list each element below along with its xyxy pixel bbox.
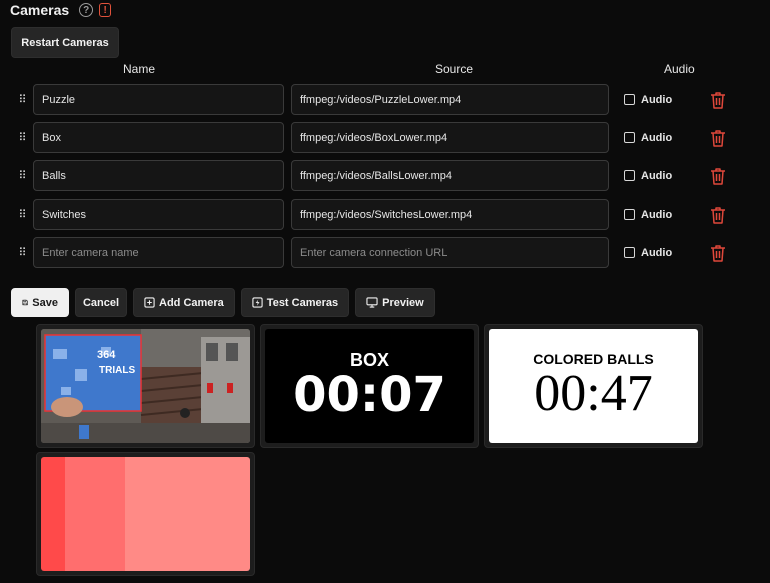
camera-name-input[interactable]	[33, 84, 284, 115]
page-title: Cameras	[10, 2, 70, 18]
audio-toggle[interactable]: Audio	[624, 122, 672, 153]
color-block-1	[41, 457, 65, 571]
new-camera-source-input[interactable]	[291, 237, 609, 268]
column-header-name: Name	[123, 62, 156, 76]
audio-checkbox[interactable]	[624, 247, 635, 258]
camera-row: ⠿ Audio	[11, 122, 741, 153]
column-header-source: Source	[435, 62, 474, 76]
balls-timer-value: 00:47	[534, 365, 653, 422]
preview-tile-switches[interactable]	[36, 452, 255, 576]
color-block-2	[65, 457, 125, 571]
save-icon	[22, 299, 28, 306]
camera-row: ⠿ Audio	[11, 199, 741, 230]
drag-handle-icon[interactable]: ⠿	[11, 237, 33, 268]
test-cameras-label: Test Cameras	[266, 296, 339, 309]
cancel-button[interactable]: Cancel	[75, 288, 127, 317]
add-camera-button[interactable]: Add Camera	[133, 288, 235, 317]
help-icon[interactable]: ?	[79, 3, 94, 17]
audio-toggle[interactable]: Audio	[624, 160, 672, 191]
save-label: Save	[32, 296, 58, 309]
column-header-audio: Audio	[664, 62, 695, 76]
drag-handle-icon[interactable]: ⠿	[11, 122, 33, 153]
color-block-3	[125, 457, 250, 571]
camera-source-input[interactable]	[291, 199, 609, 230]
drag-handle-icon[interactable]: ⠿	[11, 199, 33, 230]
camera-source-input[interactable]	[291, 160, 609, 191]
audio-checkbox[interactable]	[624, 209, 635, 220]
camera-feed-puzzle: 364 TRIALS	[41, 329, 250, 443]
preview-label: Preview	[382, 296, 424, 309]
delete-camera-icon[interactable]	[710, 244, 726, 262]
test-cameras-button[interactable]: Test Cameras	[240, 288, 350, 317]
camera-feed-switches	[41, 457, 250, 571]
save-button[interactable]: Save	[11, 288, 69, 317]
audio-toggle[interactable]: Audio	[624, 237, 672, 268]
box-timer-value: 00:07	[293, 367, 446, 423]
delete-camera-icon[interactable]	[710, 206, 726, 224]
delete-camera-icon[interactable]	[710, 167, 726, 185]
warning-icon[interactable]: !	[99, 3, 112, 17]
camera-source-input[interactable]	[291, 122, 609, 153]
preview-tile-box[interactable]: BOX 00:07	[260, 324, 479, 448]
drag-handle-icon[interactable]: ⠿	[11, 84, 33, 115]
lightning-square-icon	[252, 297, 263, 308]
audio-checkbox[interactable]	[624, 170, 635, 181]
audio-label: Audio	[641, 208, 673, 221]
camera-name-input[interactable]	[33, 199, 284, 230]
camera-feed-box: BOX 00:07	[265, 329, 474, 443]
camera-name-input[interactable]	[33, 160, 284, 191]
camera-name-input[interactable]	[33, 122, 284, 153]
plus-square-icon	[144, 297, 155, 308]
audio-checkbox[interactable]	[624, 94, 635, 105]
action-toolbar: Save Cancel Add Camera Test Cameras Prev…	[11, 288, 435, 317]
camera-feed-balls: COLORED BALLS 00:47	[489, 329, 698, 443]
delete-camera-icon[interactable]	[710, 91, 726, 109]
audio-checkbox[interactable]	[624, 132, 635, 143]
preview-button[interactable]: Preview	[355, 288, 435, 317]
add-camera-label: Add Camera	[159, 296, 224, 309]
overlay-text-trials: TRIALS	[99, 365, 136, 376]
preview-tile-balls[interactable]: COLORED BALLS 00:47	[484, 324, 703, 448]
preview-tile-puzzle[interactable]: 364 TRIALS	[36, 324, 255, 448]
cameras-header: Cameras ? !	[10, 0, 112, 20]
drag-handle-icon[interactable]: ⠿	[11, 160, 33, 191]
monitor-icon	[366, 297, 378, 308]
audio-toggle[interactable]: Audio	[624, 84, 672, 115]
restart-cameras-button[interactable]: Restart Cameras	[11, 27, 119, 58]
delete-camera-icon[interactable]	[710, 129, 726, 147]
new-camera-row: ⠿ Audio	[11, 237, 741, 268]
new-camera-name-input[interactable]	[33, 237, 284, 268]
camera-row: ⠿ Audio	[11, 84, 741, 115]
audio-label: Audio	[641, 131, 673, 144]
camera-row: ⠿ Audio	[11, 160, 741, 191]
puzzle-scene-image	[41, 329, 250, 443]
audio-toggle[interactable]: Audio	[624, 199, 672, 230]
audio-label: Audio	[641, 93, 673, 106]
audio-label: Audio	[641, 246, 673, 259]
audio-label: Audio	[641, 169, 673, 182]
overlay-text-364: 364	[97, 349, 116, 361]
camera-source-input[interactable]	[291, 84, 609, 115]
